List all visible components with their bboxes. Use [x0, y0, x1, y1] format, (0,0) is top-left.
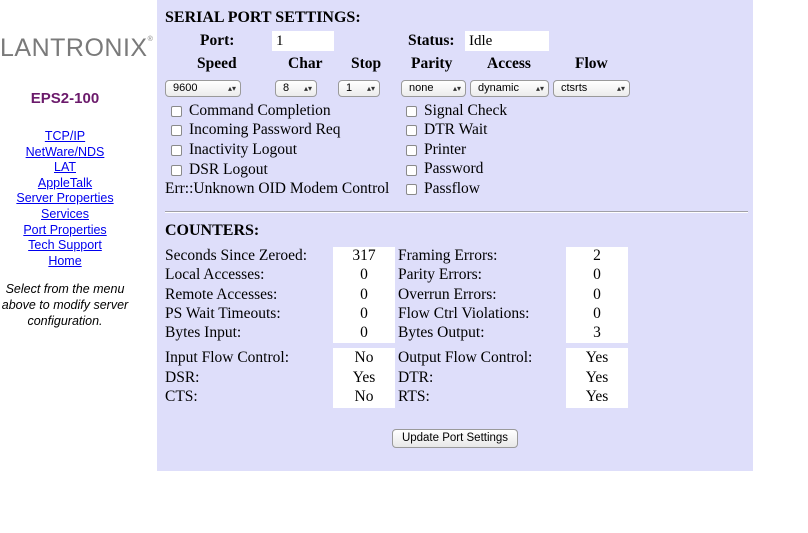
access-select-value: dynamic [478, 82, 519, 94]
menu-link-lat[interactable]: LAT [0, 160, 130, 176]
menu-link-home[interactable]: Home [0, 254, 130, 270]
counter-value: 3 [593, 324, 601, 341]
flow-select-value: ctsrts [561, 82, 588, 94]
sidebar-note-line: above to modify server [1, 298, 129, 312]
parity-header: Parity [411, 55, 453, 72]
parity-select[interactable]: none ▴▾ [401, 80, 466, 97]
signal-check-checkbox[interactable] [406, 106, 417, 117]
counter-value: 2 [593, 247, 601, 264]
counter-label: Flow Ctrl Violations: [398, 305, 530, 322]
parity-select-value: none [409, 82, 434, 94]
inactivity-logout-checkbox[interactable] [171, 145, 182, 156]
menu-link-tech-support[interactable]: Tech Support [0, 238, 130, 254]
stop-header: Stop [351, 55, 382, 72]
chevron-updown-icon: ▴▾ [616, 84, 625, 93]
status-label: Status: [408, 32, 455, 49]
counter-label: PS Wait Timeouts: [165, 305, 281, 322]
sidebar-menu: TCP/IP NetWare/NDS LAT AppleTalk Server … [0, 129, 130, 269]
counter-label: Remote Accesses: [165, 286, 278, 303]
char-select-value: 8 [283, 82, 290, 94]
printer-label: Printer [424, 141, 467, 158]
chevron-updown-icon: ▴▾ [452, 84, 461, 93]
chevron-updown-icon: ▴▾ [227, 84, 236, 93]
menu-link-services[interactable]: Services [0, 207, 130, 223]
counter-label: Seconds Since Zeroed: [165, 247, 308, 264]
serial-heading: SERIAL PORT SETTINGS: [165, 9, 361, 26]
stop-select[interactable]: 1 ▴▾ [338, 80, 380, 97]
port-label: Port: [200, 32, 235, 49]
menu-link-tcpip[interactable]: TCP/IP [0, 129, 130, 145]
flow-value: Yes [585, 388, 609, 405]
passflow-label: Passflow [424, 180, 480, 197]
sidebar-note: Select from the menu above to modify ser… [0, 281, 140, 329]
port-value: 1 [272, 31, 334, 51]
password-checkbox[interactable] [406, 165, 417, 176]
char-header: Char [288, 55, 323, 72]
counters-heading: COUNTERS: [165, 222, 260, 239]
sidebar-note-line: configuration. [27, 314, 103, 328]
stop-select-value: 1 [346, 82, 353, 94]
flow-label: DSR: [165, 369, 200, 386]
product-name: EPS2-100 [30, 90, 100, 107]
menu-link-appletalk[interactable]: AppleTalk [0, 176, 130, 192]
flow-select[interactable]: ctsrts ▴▾ [553, 80, 630, 97]
access-select[interactable]: dynamic ▴▾ [470, 80, 549, 97]
passflow-checkbox[interactable] [406, 184, 417, 195]
char-select[interactable]: 8 ▴▾ [275, 80, 317, 97]
counter-label: Local Accesses: [165, 266, 265, 283]
incoming-password-label: Incoming Password Req [189, 121, 341, 138]
incoming-password-checkbox[interactable] [171, 125, 182, 136]
flow-value: Yes [585, 349, 609, 366]
counter-label: Bytes Input: [165, 324, 242, 341]
counter-value: 0 [593, 305, 601, 322]
chevron-updown-icon: ▴▾ [535, 84, 544, 93]
chevron-updown-icon: ▴▾ [303, 84, 312, 93]
flow-label: CTS: [165, 388, 198, 405]
menu-link-server-properties[interactable]: Server Properties [0, 191, 130, 207]
lantronix-logo: LANTRONIX® [0, 34, 154, 62]
counter-label: Bytes Output: [398, 324, 485, 341]
flow-header: Flow [575, 55, 608, 72]
flow-label: Output Flow Control: [398, 349, 533, 366]
flow-value: Yes [585, 369, 609, 386]
command-completion-checkbox[interactable] [171, 106, 182, 117]
flow-label: Input Flow Control: [165, 349, 290, 366]
flow-value: No [354, 388, 374, 405]
counter-label: Parity Errors: [398, 266, 482, 283]
chevron-updown-icon: ▴▾ [366, 84, 375, 93]
dtr-wait-label: DTR Wait [424, 121, 488, 138]
command-completion-label: Command Completion [189, 102, 331, 119]
flow-label: RTS: [398, 388, 430, 405]
flow-value: Yes [352, 369, 376, 386]
update-port-settings-button[interactable]: Update Port Settings [392, 429, 518, 448]
counter-value: 0 [360, 324, 368, 341]
dtr-wait-checkbox[interactable] [406, 125, 417, 136]
status-value: Idle [465, 31, 549, 51]
dsr-logout-label: DSR Logout [189, 161, 268, 178]
flow-value: No [354, 349, 374, 366]
speed-select[interactable]: 9600 ▴▾ [165, 80, 241, 97]
sidebar-note-line: Select from the menu [5, 282, 125, 296]
flow-label: DTR: [398, 369, 434, 386]
counter-value: 0 [593, 286, 601, 303]
speed-select-value: 9600 [173, 82, 198, 94]
section-divider [165, 211, 748, 213]
counter-value: 0 [360, 305, 368, 322]
printer-checkbox[interactable] [406, 145, 417, 156]
counter-value: 317 [352, 247, 376, 264]
menu-link-port-properties[interactable]: Port Properties [0, 223, 130, 239]
inactivity-logout-label: Inactivity Logout [189, 141, 298, 158]
counter-value: 0 [360, 266, 368, 283]
counter-value: 0 [593, 266, 601, 283]
access-header: Access [487, 55, 531, 72]
signal-check-label: Signal Check [424, 102, 508, 119]
menu-link-netware[interactable]: NetWare/NDS [0, 145, 130, 161]
counter-label: Framing Errors: [398, 247, 498, 264]
dsr-logout-checkbox[interactable] [171, 165, 182, 176]
counter-label: Overrun Errors: [398, 286, 497, 303]
password-label: Password [424, 160, 484, 177]
modem-control-error: Err::Unknown OID Modem Control [165, 180, 390, 197]
speed-header: Speed [197, 55, 237, 72]
counter-value: 0 [360, 286, 368, 303]
